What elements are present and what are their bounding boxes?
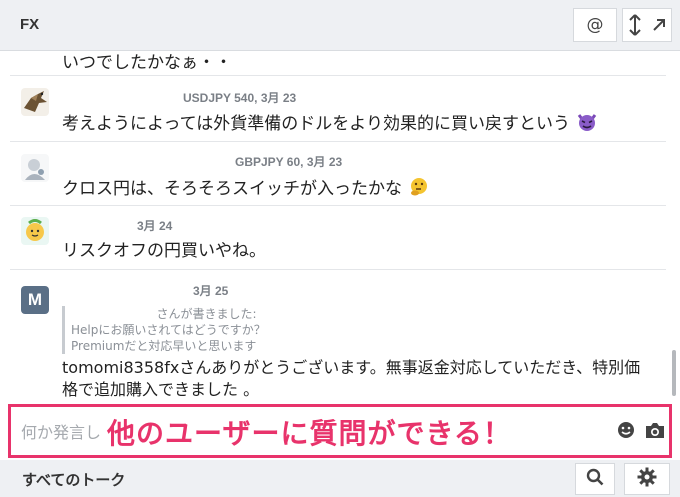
thinking-emoji-icon [408,176,430,203]
message-divider [10,205,666,206]
settings-button[interactable] [624,463,670,495]
chat-footer: すべてのトーク [0,460,680,497]
message-meta: 3月 24 [137,219,173,233]
avatar[interactable] [21,154,49,182]
window-controls [622,8,672,42]
message-divider [10,269,666,270]
quoted-reply: さんが書きました: Helpにお願いされてはどうですか？ Premiumだと対応… [62,306,342,354]
message-divider [10,141,666,142]
expand-vertical-icon[interactable] [628,14,642,36]
message-meta: USDJPY 540, 3月 23 [183,91,297,105]
avatar[interactable] [21,217,49,245]
search-icon [586,468,604,490]
message-text: リスクオフの円買いやね。 [62,241,266,261]
message-body: 考えようによっては外貨準備のドルをより効果的に買い戻すという [62,114,570,134]
message-meta: GBPJPY 60, 3月 23 [235,155,343,169]
search-button[interactable] [575,463,615,495]
gear-icon [637,467,657,491]
devil-emoji-icon [576,111,598,138]
chat-header: FX @ [0,0,680,51]
room-title: FX [20,16,40,33]
message-composer: 他のユーザーに質問ができる！ [8,404,672,458]
quote-line: Helpにお願いされてはどうですか？ [71,323,266,337]
emoji-picker-icon[interactable] [617,421,635,443]
quote-line: Premiumだと対応早いと思います [71,339,257,353]
message-text: 考えようによっては外貨準備のドルをより効果的に買い戻すという [62,109,598,138]
message-text: 格で追加購入できました 。 [62,380,260,399]
message-list[interactable]: いつでしたかなぁ・・ USDJPY 540, 3月 23 考えようによっては外貨… [0,50,680,404]
scrollbar[interactable] [672,350,676,396]
message-divider [10,75,666,76]
quote-header: さんが書きました: [156,307,257,321]
camera-icon[interactable] [645,422,665,443]
annotation-caption: 他のユーザーに質問ができる！ [107,417,512,450]
message-text: いつでしたかなぁ・・ [62,53,232,73]
avatar[interactable]: M [21,286,49,314]
mention-button[interactable]: @ [573,8,617,42]
message-meta: 3月 25 [193,284,229,298]
popout-icon[interactable] [652,18,666,32]
message-text: tomomi8358fxさんありがとうございます。無事返金対応していただき、特別… [62,358,641,377]
all-talks-label[interactable]: すべてのトーク [22,469,125,490]
avatar[interactable] [21,88,49,116]
message-body: クロス円は、そろそろスイッチが入ったかな [62,179,402,199]
message-text: クロス円は、そろそろスイッチが入ったかな [62,174,430,203]
